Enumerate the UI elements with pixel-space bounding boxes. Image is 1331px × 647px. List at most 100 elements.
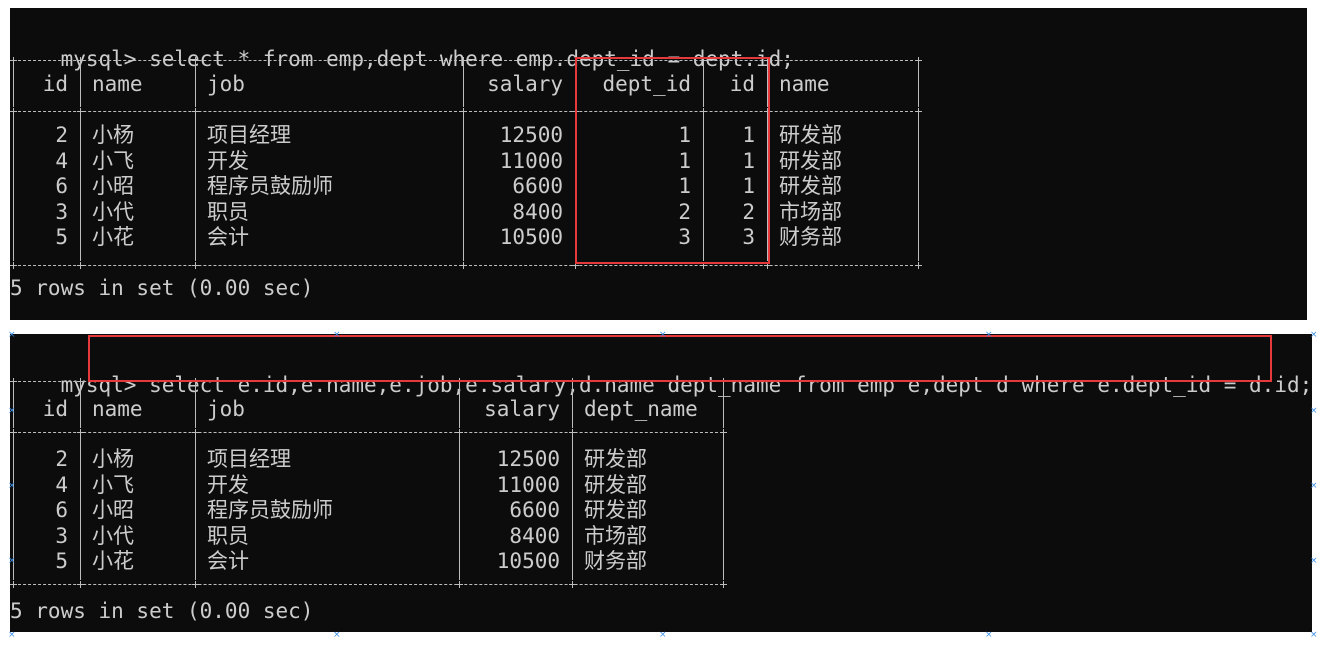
highlight-box-sql-command (88, 335, 1272, 382)
table-joint (10, 378, 17, 385)
table-separator (723, 385, 724, 428)
column-header: id (42, 397, 68, 421)
table-cell: 12500 (499, 123, 563, 147)
table-cell: 开发 (207, 472, 249, 497)
table-cell: 会计 (207, 225, 249, 249)
table-cell: 4 (55, 148, 68, 173)
column-header: name (779, 72, 830, 96)
table-separator (195, 436, 196, 580)
table-joint (77, 378, 84, 385)
resize-handle-icon[interactable]: × (8, 482, 16, 491)
resize-handle-icon[interactable]: × (659, 331, 667, 340)
table-separator (918, 115, 919, 261)
resize-handle-icon[interactable]: × (8, 331, 16, 340)
column-header: salary (487, 72, 563, 96)
table-joint (460, 57, 467, 64)
table-joint (77, 262, 84, 269)
resize-handle-icon[interactable]: × (1310, 407, 1318, 416)
highlight-box-join-columns (575, 57, 770, 264)
resize-handle-icon[interactable]: × (1310, 482, 1318, 491)
resize-handle-icon[interactable]: × (985, 331, 993, 340)
table-joint (77, 581, 84, 588)
table-separator (195, 64, 196, 107)
table-cell: 职员 (207, 199, 249, 224)
table-cell: 小杨 (92, 447, 134, 471)
table-cell: 小昭 (92, 174, 134, 198)
table-cell: 5 (55, 225, 68, 249)
resize-handle-icon[interactable]: × (8, 557, 16, 566)
table-cell: 小花 (92, 549, 134, 573)
table-cell: 11000 (499, 148, 563, 173)
table-separator (80, 64, 81, 107)
table-rule (13, 432, 723, 433)
column-header: name (92, 72, 143, 96)
table-joint (77, 108, 84, 115)
resize-handle-icon[interactable]: × (333, 331, 341, 340)
prompt-arrow-icon: > (123, 47, 150, 71)
table-cell: 程序员鼓励师 (207, 174, 333, 198)
table-joint (10, 429, 17, 436)
table-joint (10, 262, 17, 269)
table-cell: 市场部 (584, 523, 647, 548)
table-joint (720, 581, 727, 588)
table-cell: 研发部 (779, 123, 842, 147)
table-cell: 研发部 (779, 148, 842, 173)
resize-handle-icon[interactable]: × (659, 631, 667, 640)
table-cell: 6 (55, 174, 68, 198)
table-cell: 2 (55, 123, 68, 147)
table-cell: 研发部 (584, 447, 647, 471)
table-cell: 12500 (496, 447, 560, 471)
table-joint (915, 262, 922, 269)
table-cell: 6600 (509, 498, 560, 522)
table-cell: 小飞 (92, 472, 134, 497)
table-cell: 4 (55, 472, 68, 497)
table-joint (192, 262, 199, 269)
table-separator (80, 115, 81, 261)
table-cell: 5 (55, 549, 68, 573)
table-joint (10, 57, 17, 64)
table-joint (460, 108, 467, 115)
table-cell: 财务部 (779, 225, 842, 249)
table-joint (720, 429, 727, 436)
table-cell: 财务部 (584, 549, 647, 573)
column-header: dept_name (584, 397, 698, 421)
table-cell: 6 (55, 498, 68, 522)
table-cell: 程序员鼓励师 (207, 498, 333, 522)
resize-handle-icon[interactable]: × (1310, 331, 1318, 340)
table-cell: 2 (55, 447, 68, 471)
column-header: name (92, 397, 143, 421)
table-cell: 小昭 (92, 498, 134, 522)
table-joint (77, 429, 84, 436)
table-joint (456, 429, 463, 436)
table-separator (195, 115, 196, 261)
result-footer: 5 rows in set (0.00 sec) (10, 599, 314, 623)
resize-handle-icon[interactable]: × (1310, 557, 1318, 566)
table-cell: 8400 (509, 523, 560, 548)
table-joint (10, 581, 17, 588)
table-cell: 开发 (207, 148, 249, 173)
table-separator (572, 436, 573, 580)
table-cell: 研发部 (779, 174, 842, 198)
column-header: job (207, 397, 245, 421)
table-separator (80, 385, 81, 428)
table-separator (572, 385, 573, 428)
table-cell: 项目经理 (207, 447, 291, 471)
table-separator (918, 64, 919, 107)
table-joint (460, 262, 467, 269)
table-cell: 3 (55, 199, 68, 224)
resize-handle-icon[interactable]: × (8, 631, 16, 640)
resize-handle-icon[interactable]: × (1310, 631, 1318, 640)
table-cell: 小代 (92, 199, 134, 224)
table-joint (192, 429, 199, 436)
table-joint (192, 108, 199, 115)
table-cell: 会计 (207, 549, 249, 573)
table-joint (915, 57, 922, 64)
resize-handle-icon[interactable]: × (8, 407, 16, 416)
resize-handle-icon[interactable]: × (985, 631, 993, 640)
table-rule (13, 584, 723, 585)
table-cell: 11000 (496, 472, 560, 497)
table-cell: 项目经理 (207, 123, 291, 147)
column-header: job (207, 72, 245, 96)
table-cell: 小飞 (92, 148, 134, 173)
resize-handle-icon[interactable]: × (333, 631, 341, 640)
